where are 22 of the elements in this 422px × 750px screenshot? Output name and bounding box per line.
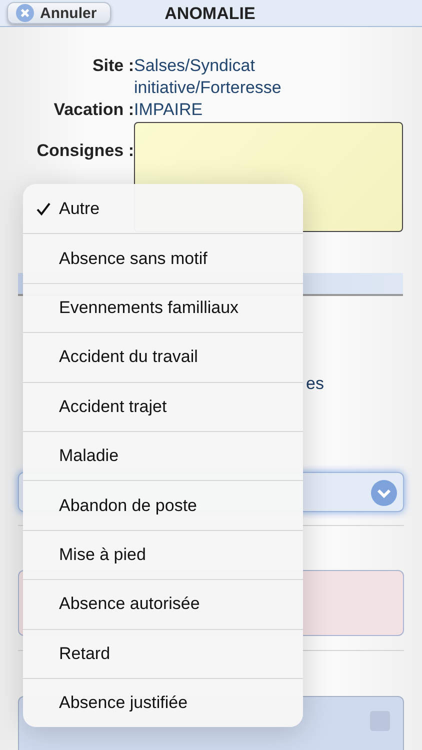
field-label: Site : (91, 55, 134, 77)
menu-item[interactable]: Maladie (23, 430, 303, 480)
field-label: Vacation : (52, 99, 134, 121)
menu-item[interactable]: Absence autorisée (23, 579, 303, 629)
close-icon (16, 4, 34, 22)
menu-item[interactable]: Abandon de poste (23, 480, 303, 530)
chevron-down-icon (371, 480, 397, 506)
menu-item[interactable]: Accident trajet (23, 382, 303, 431)
menu-item[interactable]: Mise à pied (23, 530, 303, 580)
field-value: es (306, 374, 324, 394)
field-label: Consignes : (36, 140, 134, 162)
field-value: Salses/Syndicat initiative/Forteresse (134, 55, 282, 99)
menu-item[interactable]: Accident du travail (23, 332, 303, 382)
menu-item[interactable]: Autre (23, 184, 303, 234)
screen-title: ANOMALIE (164, 4, 256, 24)
menu-item[interactable]: Absence justifiée (23, 678, 303, 728)
checkmark-icon (36, 202, 51, 216)
menu-item[interactable]: Absence sans motif (23, 233, 303, 283)
field-value: IMPAIRE (134, 99, 204, 121)
menu-item[interactable]: Retard (23, 628, 303, 678)
menu-item[interactable]: Evennements familliaux (23, 282, 303, 332)
cancel-button[interactable]: Annuler (7, 2, 111, 24)
